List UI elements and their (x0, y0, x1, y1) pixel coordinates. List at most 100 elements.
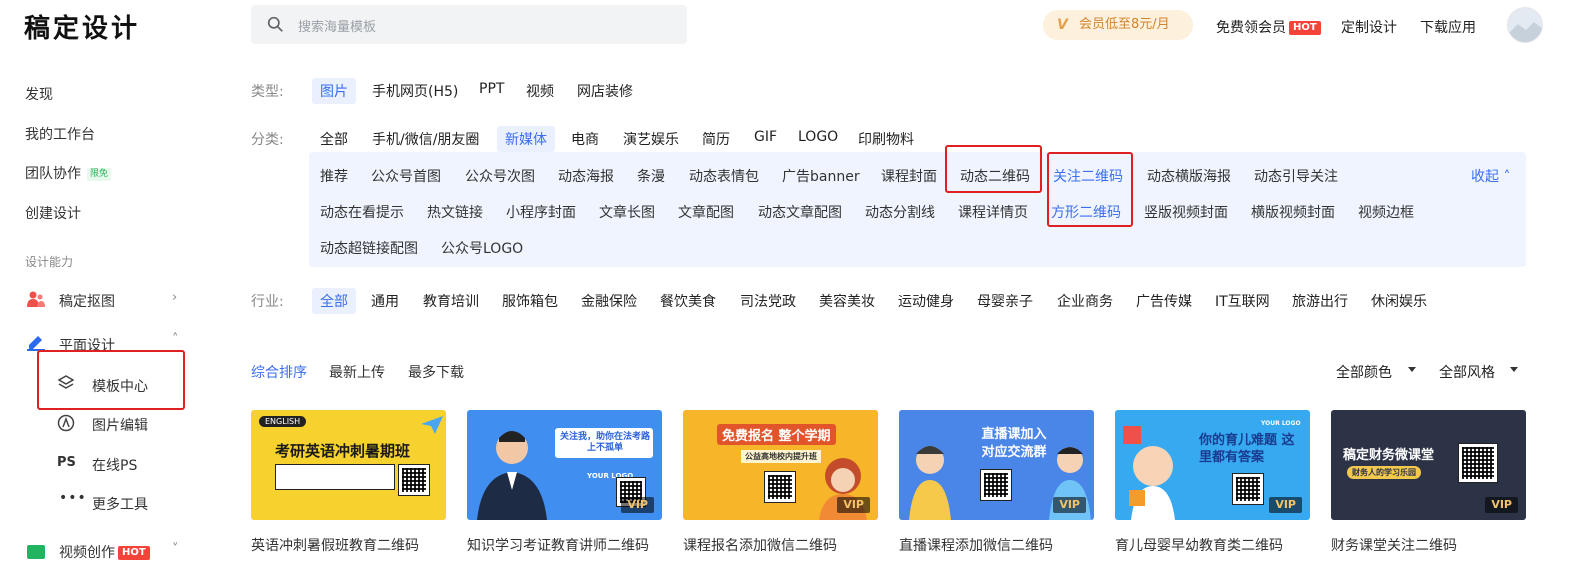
category-logo[interactable]: LOGO (798, 129, 838, 145)
card-title[interactable]: 育儿母婴早幼教育类二维码 (1115, 535, 1283, 555)
sidebar-create[interactable]: 创建设计 (25, 203, 81, 223)
card-title[interactable]: 财务课堂关注二维码 (1331, 535, 1457, 555)
category-social[interactable]: 手机/微信/朋友圈 (372, 129, 479, 149)
category-new-media[interactable]: 新媒体 (497, 126, 555, 152)
sidebar-workspace[interactable]: 我的工作台 (25, 124, 95, 144)
sub-item[interactable]: 推荐 (320, 166, 348, 186)
industry-item[interactable]: 母婴亲子 (977, 291, 1033, 311)
free-vip-link[interactable]: 免费领会员 HOT (1216, 17, 1321, 37)
sub-item[interactable]: 公众号次图 (465, 166, 535, 186)
qr-code (1458, 443, 1498, 483)
sidebar-cutout[interactable]: 稿定抠图 (59, 291, 115, 311)
type-shop[interactable]: 网店装修 (577, 81, 633, 101)
template-card[interactable]: 稿定财务微课堂 财务人的学习乐园 VIP (1331, 410, 1526, 520)
industry-item[interactable]: IT互联网 (1215, 291, 1270, 311)
vip-badge: VIP (621, 497, 654, 513)
vip-promo-button[interactable]: V 会员低至8元/月 (1043, 10, 1193, 40)
industry-item[interactable]: 休闲娱乐 (1371, 291, 1427, 311)
industry-item[interactable]: 通用 (371, 291, 399, 311)
template-card[interactable]: ENGLISH 考研英语冲刺暑期班 (251, 410, 446, 520)
avatar[interactable] (1507, 7, 1543, 43)
card-title[interactable]: 课程报名添加微信二维码 (683, 535, 837, 555)
industry-item[interactable]: 服饰箱包 (502, 291, 558, 311)
sub-item[interactable]: 动态分割线 (865, 202, 935, 222)
chevron-up-icon: ˄ (1503, 169, 1511, 185)
sub-item[interactable]: 公众号LOGO (441, 238, 523, 258)
cutout-icon (27, 291, 45, 307)
category-all[interactable]: 全部 (320, 129, 348, 149)
sidebar-more-tools[interactable]: 更多工具 (92, 494, 148, 514)
sub-item[interactable]: 条漫 (637, 166, 665, 186)
category-gif[interactable]: GIF (754, 129, 777, 145)
sub-item[interactable]: 课程封面 (881, 166, 937, 186)
sub-item[interactable]: 热文链接 (427, 202, 483, 222)
ps-icon: PS (57, 455, 76, 470)
sub-item[interactable]: 视频边框 (1358, 202, 1414, 222)
type-h5[interactable]: 手机网页(H5) (372, 81, 458, 101)
industry-all[interactable]: 全部 (312, 288, 356, 314)
sub-item[interactable]: 文章配图 (678, 202, 734, 222)
chevron-right-icon[interactable]: › (172, 290, 177, 305)
chevron-down-icon[interactable]: ˅ (172, 542, 179, 557)
sidebar-discover[interactable]: 发现 (25, 84, 53, 104)
sub-item[interactable]: 横版视频封面 (1251, 202, 1335, 222)
industry-item[interactable]: 广告传媒 (1136, 291, 1192, 311)
sidebar-image-edit[interactable]: 图片编辑 (92, 415, 148, 435)
sub-item[interactable]: 动态文章配图 (758, 202, 842, 222)
sidebar-team[interactable]: 团队协作 限免 (25, 163, 112, 183)
category-print[interactable]: 印刷物料 (858, 129, 914, 149)
category-entertainment[interactable]: 演艺娱乐 (623, 129, 679, 149)
sub-item[interactable]: 小程序封面 (506, 202, 576, 222)
card-title[interactable]: 英语冲刺暑假班教育二维码 (251, 535, 419, 555)
sub-item[interactable]: 文章长图 (599, 202, 655, 222)
qr-code (398, 464, 430, 496)
template-card[interactable]: 你的育儿难题 这里都有答案 YOUR LOGO VIP (1115, 410, 1310, 520)
card-title[interactable]: 知识学习考证教育讲师二维码 (467, 535, 649, 555)
industry-item[interactable]: 金融保险 (581, 291, 637, 311)
sort-comprehensive[interactable]: 综合排序 (251, 362, 307, 382)
collapse-label: 收起 (1471, 169, 1499, 185)
custom-design-link[interactable]: 定制设计 (1341, 17, 1397, 37)
sub-item[interactable]: 动态表情包 (689, 166, 759, 186)
category-ecommerce[interactable]: 电商 (571, 129, 599, 149)
category-resume[interactable]: 简历 (702, 129, 730, 149)
chevron-up-icon[interactable]: ˄ (172, 332, 179, 347)
download-app-link[interactable]: 下载应用 (1420, 17, 1476, 37)
sub-item[interactable]: 公众号首图 (371, 166, 441, 186)
sub-item[interactable]: 课程详情页 (958, 202, 1028, 222)
sort-latest[interactable]: 最新上传 (329, 362, 385, 382)
template-card[interactable]: 关注我，助你在法考路上不孤单 YOUR LOGO VIP (467, 410, 662, 520)
sub-item[interactable]: 竖版视频封面 (1144, 202, 1228, 222)
industry-label: 行业: (251, 294, 284, 310)
sub-item[interactable]: 动态横版海报 (1147, 166, 1231, 186)
industry-item[interactable]: 司法党政 (740, 291, 796, 311)
vip-badge: VIP (1485, 497, 1518, 513)
sidebar-video[interactable]: 视频创作 HOT (59, 542, 150, 562)
type-image[interactable]: 图片 (312, 78, 356, 104)
industry-item[interactable]: 餐饮美食 (660, 291, 716, 311)
sort-most-downloaded[interactable]: 最多下载 (408, 362, 464, 382)
sub-item[interactable]: 动态超链接配图 (320, 238, 418, 258)
logo[interactable]: 稿定设计 (24, 8, 140, 45)
type-video[interactable]: 视频 (526, 81, 554, 101)
sub-item[interactable]: 动态海报 (558, 166, 614, 186)
collapse-button[interactable]: 收起 ˄ (1471, 166, 1510, 186)
color-filter-dropdown[interactable]: 全部颜色 (1336, 362, 1392, 382)
template-card[interactable]: 免费报名 整个学期 公益高地校内提升班 VIP (683, 410, 878, 520)
card-title[interactable]: 直播课程添加微信二维码 (899, 535, 1053, 555)
search-box[interactable]: 搜索海量模板 (251, 5, 687, 44)
sidebar-online-ps[interactable]: 在线PS (92, 455, 137, 475)
industry-item[interactable]: 美容美妆 (819, 291, 875, 311)
industry-item[interactable]: 企业商务 (1057, 291, 1113, 311)
qr-code (1232, 473, 1264, 505)
industry-item[interactable]: 旅游出行 (1292, 291, 1348, 311)
industry-item[interactable]: 教育培训 (423, 291, 479, 311)
industry-item[interactable]: 运动健身 (898, 291, 954, 311)
sub-item[interactable]: 广告banner (782, 166, 860, 186)
sub-item[interactable]: 动态在看提示 (320, 202, 404, 222)
style-filter-dropdown[interactable]: 全部风格 (1439, 362, 1495, 382)
template-card[interactable]: 直播课加入 对应交流群 VIP (899, 410, 1094, 520)
sub-item[interactable]: 动态引导关注 (1254, 166, 1338, 186)
search-placeholder[interactable]: 搜索海量模板 (298, 16, 376, 35)
type-ppt[interactable]: PPT (479, 81, 504, 97)
